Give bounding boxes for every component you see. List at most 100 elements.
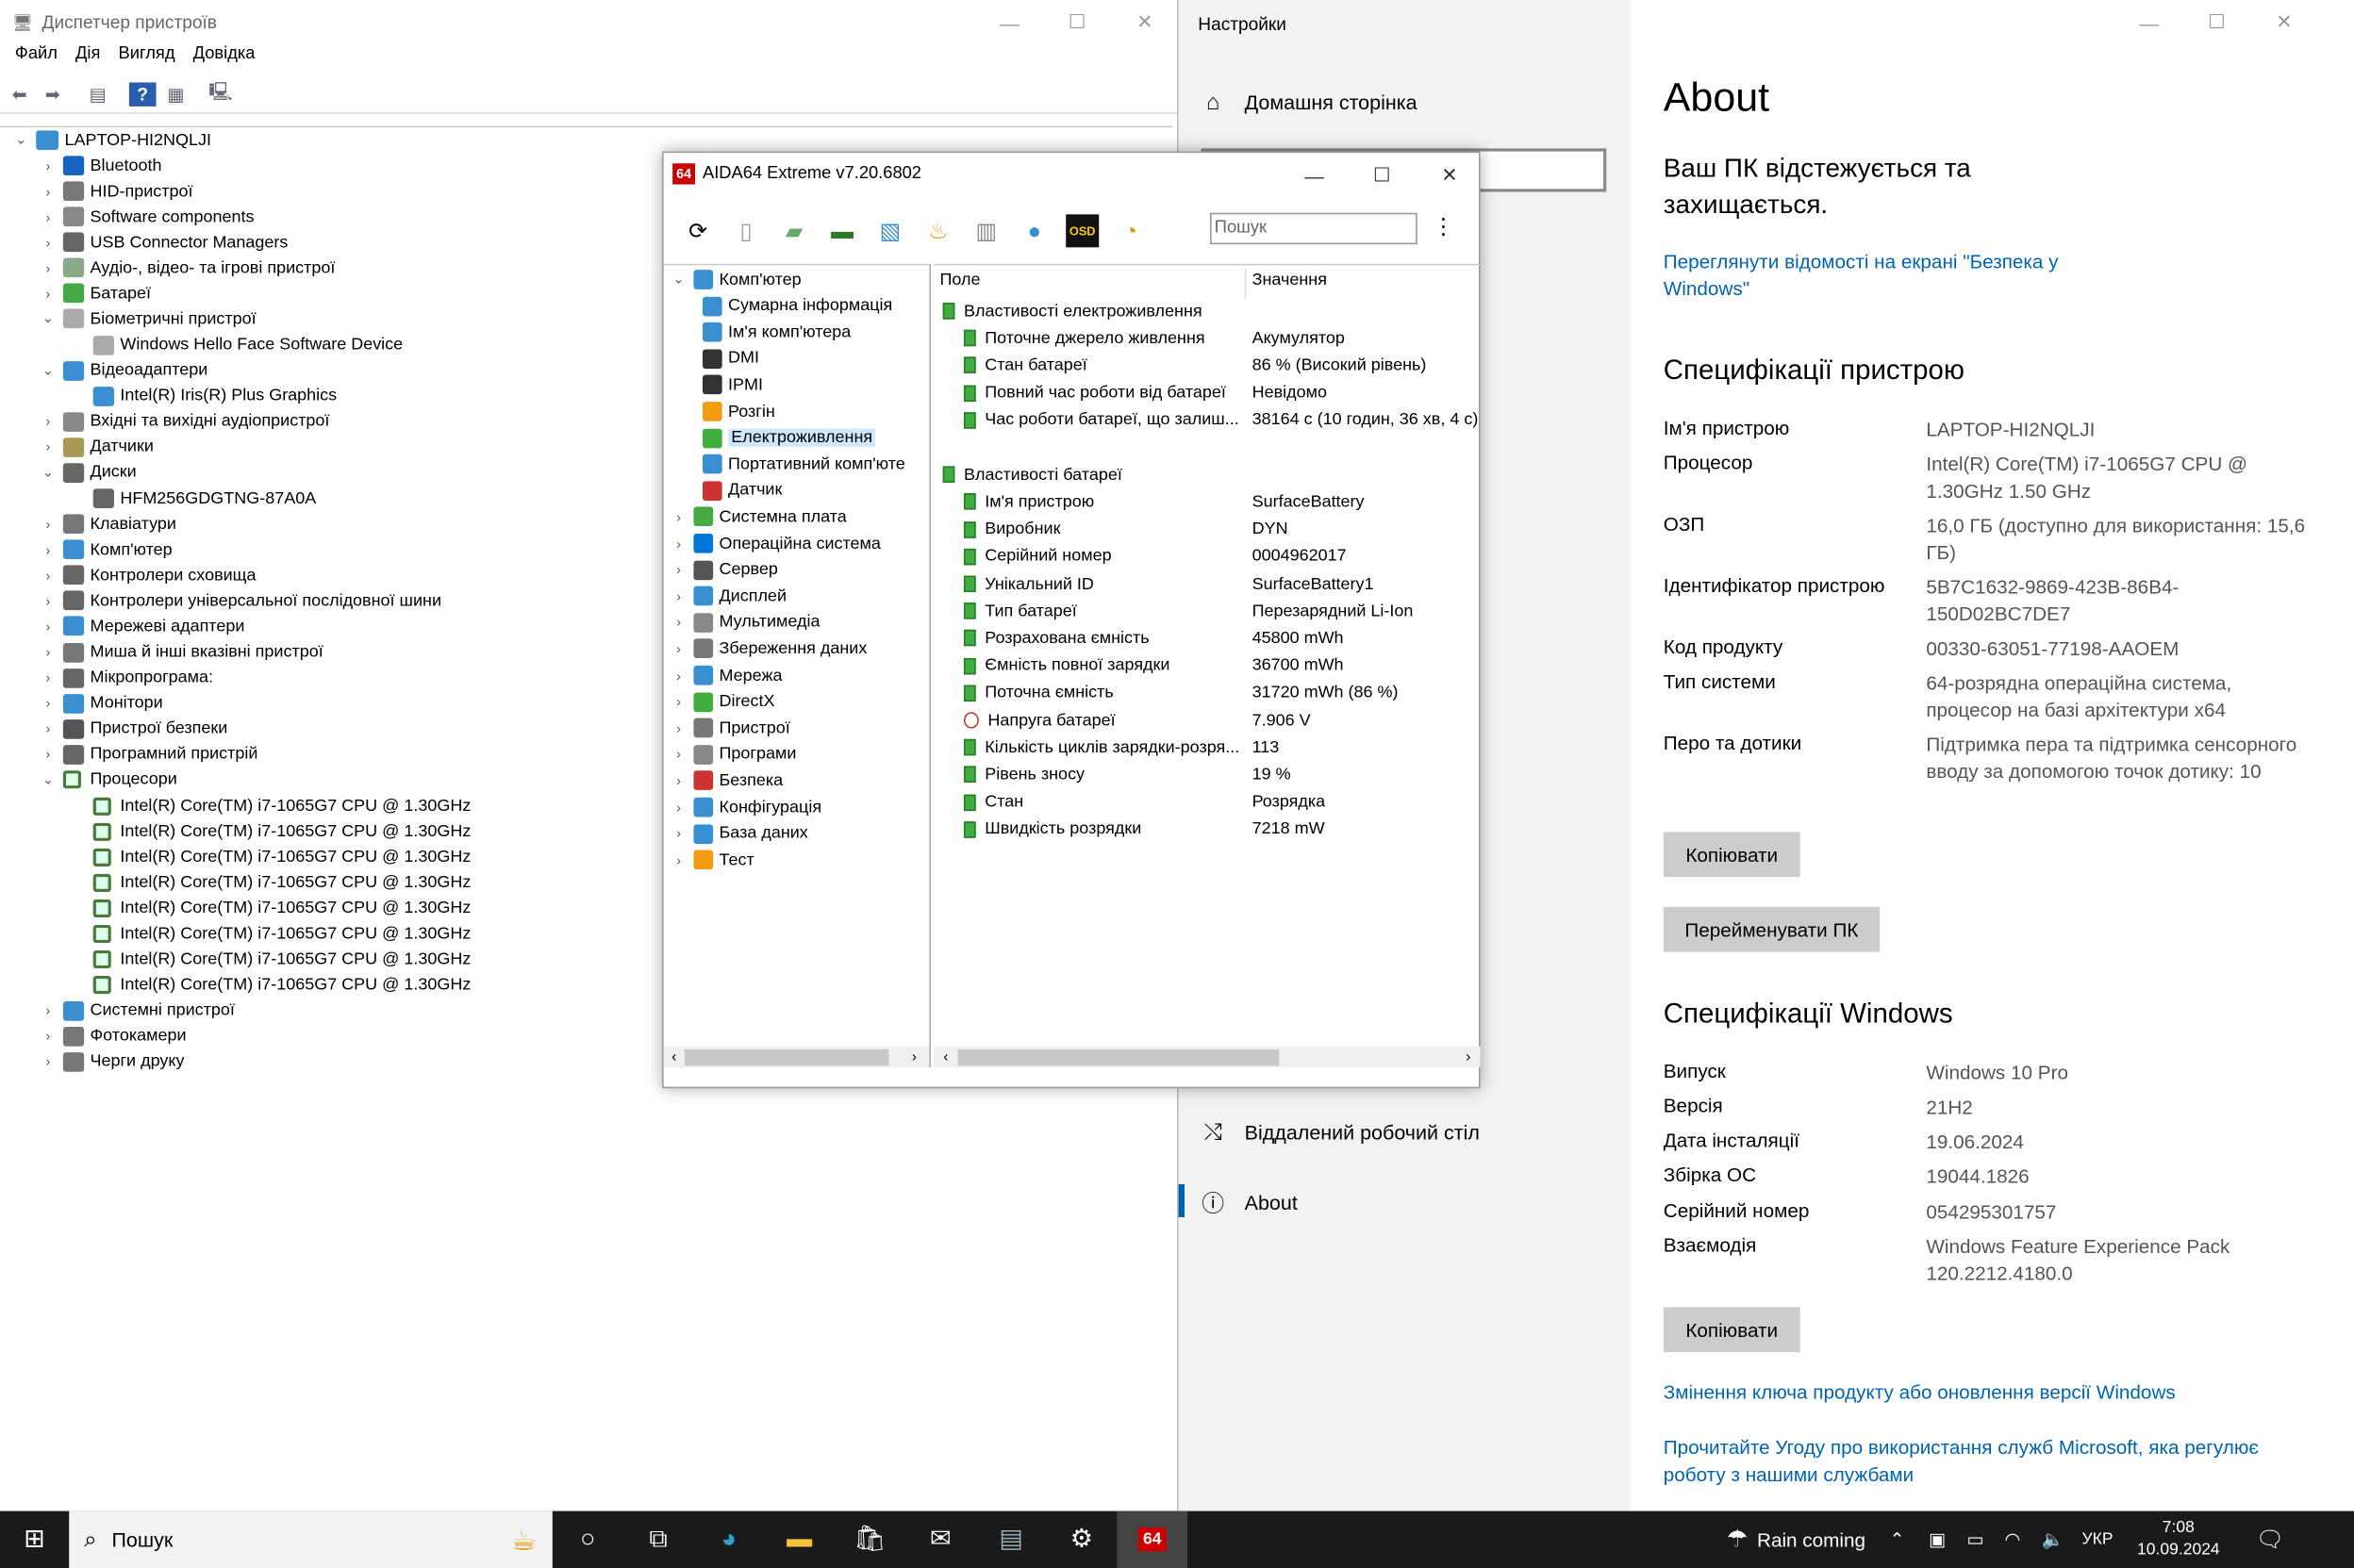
volume-icon[interactable]: 🔈 xyxy=(2042,1529,2064,1550)
expand-arrow-icon[interactable]: › xyxy=(670,773,688,788)
tree-root[interactable]: ⌄ LAPTOP-HI2NQLJI xyxy=(12,127,211,153)
aida-tree-item[interactable]: Датчик xyxy=(697,478,782,503)
expand-arrow-icon[interactable]: › xyxy=(670,588,688,603)
expand-arrow-icon[interactable]: › xyxy=(39,158,57,173)
table-row-field[interactable]: Тип батареї xyxy=(963,599,1077,624)
expand-arrow-icon[interactable]: › xyxy=(39,645,57,660)
gauge-icon[interactable]: ◔ xyxy=(1114,214,1147,247)
expand-arrow-icon[interactable]: › xyxy=(39,619,57,635)
expand-arrow-icon[interactable]: ⌄ xyxy=(12,132,30,148)
device-tree-item[interactable]: › Клавіатури xyxy=(39,511,176,536)
left-hscrollbar[interactable]: ‹ › xyxy=(663,1046,930,1067)
store-icon[interactable]: 🛍 xyxy=(835,1511,905,1568)
aida-tree-item[interactable]: IPMI xyxy=(697,372,763,398)
expand-arrow-icon[interactable]: › xyxy=(39,747,57,762)
scroll-left-icon[interactable]: ‹ xyxy=(934,1048,957,1065)
aida-tree-item[interactable]: › Мультимедіа xyxy=(670,610,820,635)
expand-arrow-icon[interactable]: › xyxy=(39,696,57,711)
table-row-field[interactable]: Поточне джерело живлення xyxy=(963,325,1205,351)
security-link[interactable]: Переглянути відомості на екрані "Безпека… xyxy=(1664,249,2099,303)
aida-tree-item[interactable]: › Системна плата xyxy=(670,504,847,530)
expand-arrow-icon[interactable]: › xyxy=(39,414,57,429)
product-key-link[interactable]: Змінення ключа продукту або оновлення ве… xyxy=(1664,1379,2295,1407)
column-value-header[interactable]: Значення xyxy=(1252,272,1327,295)
scan-hardware-icon[interactable]: 🖳 xyxy=(207,81,235,106)
device-tree-item[interactable]: › Аудіо-, відео- та ігрові пристрої xyxy=(39,256,335,281)
weather-icon[interactable]: ☂ xyxy=(1727,1525,1749,1555)
expand-arrow-icon[interactable]: › xyxy=(39,1029,57,1044)
refresh-icon[interactable]: ⟳ xyxy=(682,214,715,247)
spec-value[interactable]: Підтримка пера та підтримка сенсорного в… xyxy=(1926,732,2309,785)
aida64-taskbar-icon[interactable]: 64 xyxy=(1117,1510,1188,1568)
aida-tree-item[interactable]: › Збереження даних xyxy=(670,636,867,662)
copy-device-specs-button[interactable]: Копіювати xyxy=(1663,832,1800,878)
wifi-icon[interactable]: ◠ xyxy=(2005,1529,2021,1550)
expand-arrow-icon[interactable]: ⌄ xyxy=(39,362,57,378)
device-tree-item[interactable]: Intel(R) Core(TM) i7-1065G7 CPU @ 1.30GH… xyxy=(66,921,471,947)
report-icon[interactable]: ▯ xyxy=(730,214,763,247)
spec-value[interactable]: 19.06.2024 xyxy=(1926,1129,2309,1156)
expand-arrow-icon[interactable]: › xyxy=(39,568,57,583)
table-row-field[interactable]: Виробник xyxy=(963,517,1060,542)
device-tree-item[interactable]: › Пристрої безпеки xyxy=(39,717,227,742)
aida-tree-item[interactable]: › Конфігурація xyxy=(670,795,821,820)
device-tree-item[interactable]: › Вхідні та вихідні аудіопристрої xyxy=(39,409,329,435)
expand-arrow-icon[interactable]: › xyxy=(670,694,688,709)
copy-windows-specs-button[interactable]: Копіювати xyxy=(1663,1307,1800,1353)
nav-home[interactable]: ⌂ Домашня сторінка xyxy=(1200,90,1417,115)
column-field-header[interactable]: Поле xyxy=(939,272,980,295)
memory-icon[interactable]: ▬ xyxy=(826,214,859,247)
settings-taskbar-icon[interactable]: ⚙ xyxy=(1047,1511,1118,1568)
scroll-right-icon[interactable]: › xyxy=(1456,1048,1480,1065)
weather-text[interactable]: Rain coming xyxy=(1757,1528,1865,1551)
expand-arrow-icon[interactable]: › xyxy=(39,184,57,199)
scroll-right-icon[interactable]: › xyxy=(903,1048,924,1065)
aida-tree-item[interactable]: › Безпека xyxy=(670,768,783,794)
device-tree-item[interactable]: › Bluetooth xyxy=(39,153,162,178)
minimize-button[interactable]: — xyxy=(1281,153,1349,198)
help-icon[interactable]: ? xyxy=(128,81,157,107)
table-row-field[interactable]: Поточна ємність xyxy=(963,680,1114,705)
expand-arrow-icon[interactable]: › xyxy=(39,593,57,608)
expand-arrow-icon[interactable]: › xyxy=(39,1003,57,1018)
device-tree-item[interactable]: HFM256GDGTNG-87A0A xyxy=(66,486,316,511)
minimize-button[interactable]: — xyxy=(2115,0,2183,45)
task-view-icon[interactable]: ⧉ xyxy=(623,1511,694,1568)
device-tree-item[interactable]: › Мережеві адаптери xyxy=(39,614,244,639)
spec-value[interactable]: LAPTOP-HI2NQLJI xyxy=(1926,417,2309,444)
aida-tree-item[interactable]: › Мережа xyxy=(670,663,783,688)
taskbar-search[interactable]: ⌕ Пошук ☕ xyxy=(69,1510,553,1568)
device-tree-item[interactable]: › Фотокамери xyxy=(39,1023,187,1048)
aida-tree-item[interactable]: › Пристрої xyxy=(670,716,790,741)
table-row-field[interactable]: Кількість циклів зарядки-розря... xyxy=(963,734,1239,760)
device-tree-item[interactable]: Intel(R) Core(TM) i7-1065G7 CPU @ 1.30GH… xyxy=(66,947,471,972)
spec-value[interactable]: Intel(R) Core(TM) i7-1065G7 CPU @ 1.30GH… xyxy=(1926,452,2309,505)
device-tree-item[interactable]: › Програмний пристрій xyxy=(39,742,257,767)
expand-arrow-icon[interactable]: › xyxy=(670,641,688,656)
table-row-field[interactable]: Унікальний ID xyxy=(963,571,1094,597)
aida-tree-item[interactable]: › Тест xyxy=(670,848,754,873)
aida-tree-item[interactable]: › Операційна система xyxy=(670,531,881,556)
device-tree-item[interactable]: › Комп'ютер xyxy=(39,536,173,562)
aida-tree-item[interactable]: › Програми xyxy=(670,742,796,767)
column-divider[interactable] xyxy=(1244,268,1247,299)
device-tree-item[interactable]: Intel(R) Core(TM) i7-1065G7 CPU @ 1.30GH… xyxy=(66,793,471,818)
table-row-field[interactable]: Повний час роботи від батареї xyxy=(963,380,1226,405)
device-manager-taskbar-icon[interactable]: ▤ xyxy=(976,1511,1047,1568)
table-row-field[interactable]: Рівень зносу xyxy=(963,762,1085,787)
device-tree-item[interactable]: Intel(R) Core(TM) i7-1065G7 CPU @ 1.30GH… xyxy=(66,972,471,998)
device-tree-item[interactable]: › Системні пристрої xyxy=(39,998,235,1023)
spec-value[interactable]: 21H2 xyxy=(1926,1095,2309,1122)
device-tree-item[interactable]: › Миша й інші вказівні пристрої xyxy=(39,639,323,665)
aida-tree-item[interactable]: › DirectX xyxy=(670,689,774,715)
expand-arrow-icon[interactable]: › xyxy=(670,747,688,762)
nav-remote-desktop[interactable]: ⤭ Віддалений робочий стіл xyxy=(1200,1120,1480,1146)
close-button[interactable]: ✕ xyxy=(2250,0,2318,45)
table-row-field[interactable]: Ємність повної зарядки xyxy=(963,653,1169,679)
aida-tree-item[interactable]: Розгін xyxy=(697,399,775,424)
device-tree-item[interactable]: ⌄ Відеоадаптери xyxy=(39,357,207,383)
expand-arrow-icon[interactable]: ⌄ xyxy=(670,272,688,288)
mail-icon[interactable]: ✉ xyxy=(905,1511,976,1568)
edge-icon[interactable]: ◕ xyxy=(693,1511,764,1568)
expand-arrow-icon[interactable]: › xyxy=(670,536,688,551)
